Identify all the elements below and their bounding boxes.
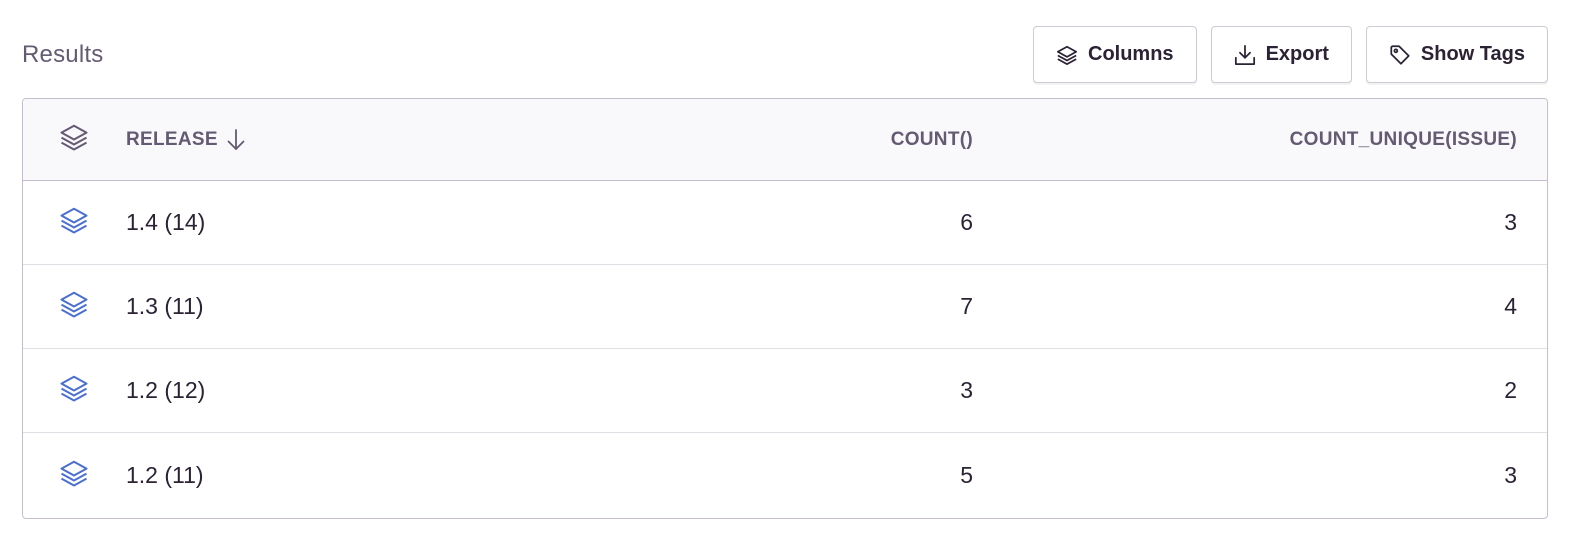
stack-icon[interactable] xyxy=(59,289,89,324)
column-header-count[interactable]: COUNT() xyxy=(673,129,973,151)
column-header-count-unique[interactable]: COUNT_UNIQUE(ISSUE) xyxy=(973,129,1547,151)
release-cell[interactable]: 1.2 (11) xyxy=(126,462,673,489)
release-cell[interactable]: 1.2 (12) xyxy=(126,377,673,404)
stack-icon[interactable] xyxy=(59,458,89,493)
count-unique-cell: 4 xyxy=(1504,293,1517,319)
row-icon-cell[interactable] xyxy=(23,373,126,408)
stack-icon[interactable] xyxy=(59,373,89,408)
count-unique-cell: 3 xyxy=(1504,209,1517,235)
tag-icon xyxy=(1389,44,1411,66)
table-row[interactable]: 1.4 (14) 6 3 xyxy=(23,181,1547,265)
table-row[interactable]: 1.2 (12) 3 2 xyxy=(23,349,1547,433)
header-icon-cell xyxy=(23,122,126,157)
results-header: Results Columns Export Show Tags xyxy=(22,26,1548,83)
column-header-count-unique-label: COUNT_UNIQUE(ISSUE) xyxy=(1289,128,1517,150)
export-button[interactable]: Export xyxy=(1210,26,1352,83)
count-unique-cell: 3 xyxy=(1504,461,1517,488)
stack-icon xyxy=(59,122,89,157)
column-header-count-label: COUNT() xyxy=(890,128,973,150)
row-icon-cell[interactable] xyxy=(23,289,126,324)
column-header-release-label: RELEASE xyxy=(126,128,218,150)
table-row[interactable]: 1.2 (11) 5 3 xyxy=(23,433,1547,517)
table-header: RELEASE COUNT() COUNT_UNIQUE(ISSUE) xyxy=(23,99,1547,181)
results-table: RELEASE COUNT() COUNT_UNIQUE(ISSUE) 1.4 … xyxy=(22,98,1548,519)
row-icon-cell[interactable] xyxy=(23,205,126,240)
row-icon-cell[interactable] xyxy=(23,458,126,493)
column-header-release[interactable]: RELEASE xyxy=(126,128,673,152)
show-tags-button[interactable]: Show Tags xyxy=(1365,26,1548,83)
columns-button-label: Columns xyxy=(1088,43,1174,65)
toolbar: Columns Export Show Tags xyxy=(1033,26,1548,83)
export-button-label: Export xyxy=(1265,43,1329,65)
count-cell: 7 xyxy=(960,293,973,319)
results-title: Results xyxy=(22,40,104,68)
count-cell: 3 xyxy=(960,377,973,403)
table-row[interactable]: 1.3 (11) 7 4 xyxy=(23,265,1547,349)
stack-icon[interactable] xyxy=(59,205,89,240)
release-cell[interactable]: 1.4 (14) xyxy=(126,209,673,236)
release-cell[interactable]: 1.3 (11) xyxy=(126,293,673,320)
stack-icon xyxy=(1056,44,1078,66)
download-icon xyxy=(1234,44,1256,66)
count-cell: 5 xyxy=(960,461,973,488)
count-unique-cell: 2 xyxy=(1504,377,1517,403)
results-panel: Results Columns Export Show Tags RELEASE… xyxy=(0,0,1576,548)
arrow-down-icon xyxy=(226,128,246,152)
show-tags-button-label: Show Tags xyxy=(1420,43,1525,65)
columns-button[interactable]: Columns xyxy=(1033,26,1197,83)
count-cell: 6 xyxy=(960,209,973,235)
